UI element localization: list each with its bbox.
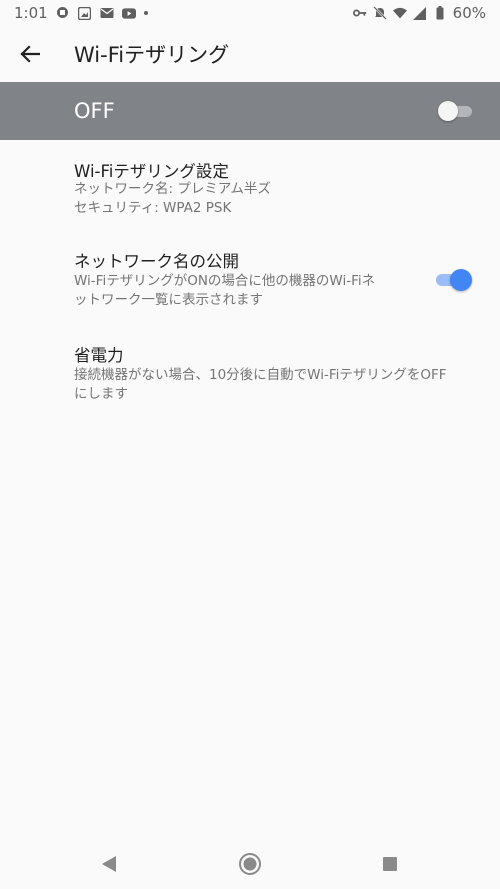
pref-hotspot-settings-network-name: ネットワーク名: プレミアム半ズ — [74, 181, 271, 197]
nav-recents-button[interactable] — [377, 851, 403, 877]
nav-home-button[interactable] — [237, 851, 263, 877]
pref-broadcast-ssid[interactable]: ネットワーク名の公開 Wi-FiテザリングがONの場合に他の機器のWi-Fiネ … — [0, 240, 500, 320]
master-switch-label: OFF — [74, 99, 115, 123]
broadcast-ssid-toggle[interactable] — [434, 269, 472, 291]
signal-icon — [413, 6, 427, 20]
mute-icon — [372, 6, 387, 20]
recents-square-icon — [383, 857, 397, 871]
pref-power-saving[interactable]: 省電力 接続機器がない場合、10分後に自動でWi-FiテザリングをOFF にしま… — [0, 332, 500, 412]
pref-power-saving-title: 省電力 — [74, 346, 124, 365]
battery-icon — [433, 6, 447, 20]
pref-hotspot-settings-security: セキュリティ: WPA2 PSK — [74, 200, 232, 216]
broadcast-ssid-toggle-thumb — [450, 269, 472, 291]
pref-hotspot-settings[interactable]: Wi-Fiテザリング設定 ネットワーク名: プレミアム半ズ セキュリティ: WP… — [0, 150, 500, 230]
master-toggle-thumb — [438, 101, 458, 121]
back-triangle-icon — [102, 856, 116, 872]
battery-percent: 60% — [452, 4, 486, 22]
pref-power-saving-desc-line1: 接続機器がない場合、10分後に自動でWi-FiテザリングをOFF — [74, 367, 447, 383]
back-arrow-icon — [20, 45, 40, 63]
pref-power-saving-desc-line2: にします — [74, 386, 128, 402]
page-title: Wi-Fiテザリング — [74, 43, 230, 67]
pref-broadcast-ssid-desc-line1: Wi-FiテザリングがONの場合に他の機器のWi-Fiネ — [74, 273, 376, 289]
app-bar: Wi-Fiテザリング — [0, 26, 500, 82]
pref-broadcast-ssid-title: ネットワーク名の公開 — [74, 252, 239, 271]
master-toggle[interactable] — [438, 101, 474, 121]
notification-icon — [56, 6, 70, 20]
youtube-icon — [121, 6, 136, 20]
back-button[interactable] — [2, 26, 58, 82]
pref-hotspot-settings-title: Wi-Fiテザリング設定 — [74, 162, 229, 181]
wifi-icon — [392, 6, 407, 20]
photo-icon — [78, 6, 92, 20]
home-circle-icon — [239, 853, 261, 875]
dot-icon — [143, 11, 148, 15]
status-time: 1:01 — [14, 4, 48, 22]
pref-broadcast-ssid-desc-line2: ットワーク一覧に表示されます — [74, 292, 263, 308]
mail-icon — [100, 6, 114, 20]
vpn-key-icon — [352, 6, 367, 20]
status-bar: 1:01 60% — [0, 0, 500, 26]
nav-back-button[interactable] — [96, 851, 122, 877]
navigation-bar — [0, 839, 500, 889]
master-switch-bar[interactable]: OFF — [0, 82, 500, 140]
